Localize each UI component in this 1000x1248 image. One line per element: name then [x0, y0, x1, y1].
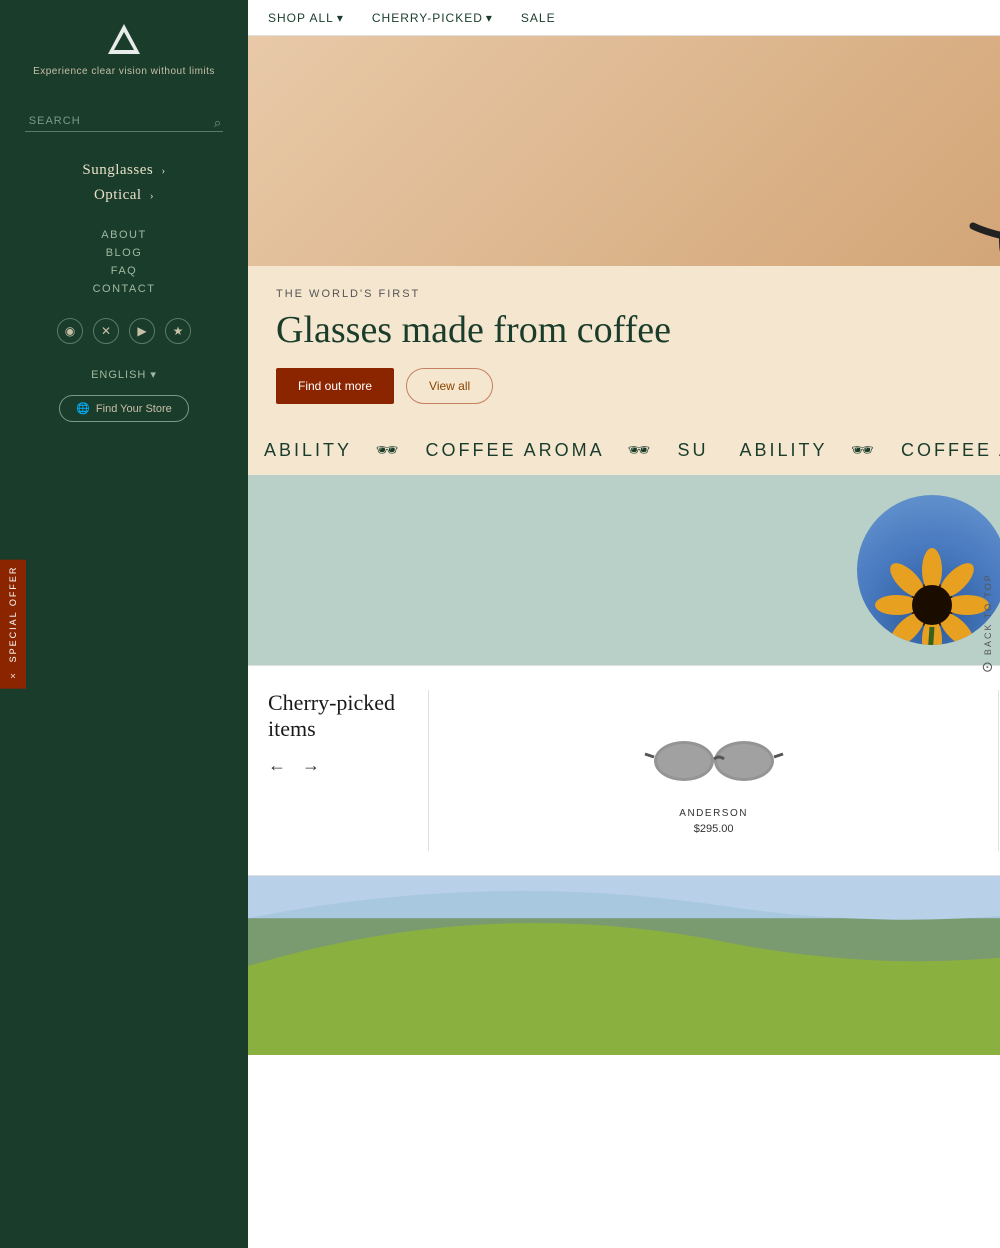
logo-icon	[104, 20, 144, 60]
view-all-button[interactable]: View all	[406, 368, 493, 404]
landscape-image	[248, 876, 1000, 1055]
hero-text-area: THE WORLD'S FIRST Glasses made from coff…	[248, 266, 1000, 426]
sidebar-links-nav: ABOUT BLOG FAQ CONTACT	[0, 226, 248, 298]
sidebar-search-container: ⌕	[25, 111, 223, 132]
marquee-strip: ABILITY 🕶 COFFEE AROMA 🕶 SU ABILITY 🕶 CO…	[248, 426, 1000, 475]
chevron-down-icon: ▾	[337, 11, 344, 25]
product-price-1: $295.00	[694, 823, 734, 835]
chevron-icon: ›	[150, 190, 154, 202]
carousel-arrows: ← →	[268, 755, 408, 776]
close-icon[interactable]: ×	[10, 670, 16, 682]
chevron-down-icon: ▾	[486, 11, 493, 25]
find-store-button[interactable]: 🌐 Find Your Store	[59, 395, 189, 422]
special-offer-label: SPECIAL OFFER	[8, 566, 18, 663]
product-name-1: ANDERSON	[679, 808, 748, 819]
back-to-top-button[interactable]: BACK TO TOP ⊙	[980, 573, 996, 675]
special-offer-tab[interactable]: SPECIAL OFFER ×	[0, 560, 26, 689]
sidebar-item-blog[interactable]: BLOG	[0, 244, 248, 262]
hero-section: THE WORLD'S FIRST Glasses made from coff…	[248, 36, 1000, 426]
sidebar-item-about[interactable]: ABOUT	[0, 226, 248, 244]
arrow-right-button[interactable]: →	[302, 755, 320, 776]
cherry-picked-header: Cherry-picked items ← →	[268, 690, 1000, 851]
cherry-picked-title: Cherry-picked items	[268, 690, 408, 743]
product-sunglasses-1	[644, 729, 784, 794]
find-out-more-button[interactable]: Find out more	[276, 368, 394, 404]
sidebar-item-faq[interactable]: FAQ	[0, 262, 248, 280]
hero-buttons: Find out more View all	[276, 368, 1000, 404]
sale-link[interactable]: SALE	[521, 11, 556, 25]
sidebar: Experience clear vision without limits ⌕…	[0, 0, 248, 1248]
cherry-picked-link[interactable]: CHERRY-PICKED ▾	[372, 11, 493, 25]
top-nav: SHOP ALL ▾ CHERRY-PICKED ▾ SALE AVANTE L…	[248, 0, 1000, 36]
language-selector[interactable]: ENGLISH ▾	[91, 368, 157, 381]
bottom-panel-landscape	[248, 876, 1000, 1055]
sidebar-item-sunglasses[interactable]: Sunglasses ›	[0, 158, 248, 183]
chevron-down-icon: ▾	[150, 368, 157, 381]
youtube-icon[interactable]: ▶	[129, 318, 155, 344]
product-image-anderson	[644, 726, 784, 796]
product-card-anderson: ANDERSON $295.00	[429, 690, 999, 851]
globe-icon: 🌐	[76, 402, 90, 415]
sunflower-circle	[857, 495, 1000, 645]
sidebar-tagline: Experience clear vision without limits	[33, 66, 215, 77]
chevron-icon: ›	[161, 165, 165, 177]
marquee-content: ABILITY 🕶 COFFEE AROMA 🕶 SU ABILITY 🕶 CO…	[248, 440, 1000, 461]
twitter-icon[interactable]: ✕	[93, 318, 119, 344]
star-icon[interactable]: ★	[165, 318, 191, 344]
sidebar-social: ◉ ✕ ▶ ★	[57, 318, 191, 344]
instagram-icon[interactable]: ◉	[57, 318, 83, 344]
cherry-picked-section: Cherry-picked items ← →	[248, 665, 1000, 875]
main-content: SHOP ALL ▾ CHERRY-PICKED ▾ SALE AVANTE L…	[248, 0, 1000, 1248]
search-input[interactable]	[25, 111, 223, 132]
sidebar-logo: Experience clear vision without limits	[33, 20, 215, 77]
products-row: ANDERSON $295.00 SALE	[428, 690, 1000, 851]
arrow-left-button[interactable]: ←	[268, 755, 286, 776]
shop-all-link[interactable]: SHOP ALL ▾	[268, 11, 344, 25]
sidebar-item-contact[interactable]: CONTACT	[0, 280, 248, 298]
hero-headline: Glasses made from coffee	[276, 308, 1000, 352]
cherry-picked-title-area: Cherry-picked items ← →	[268, 690, 408, 776]
search-icon: ⌕	[214, 115, 221, 131]
bottom-panels	[248, 875, 1000, 1055]
sidebar-main-nav: Sunglasses › Optical ›	[0, 158, 248, 208]
hero-eyebrow: THE WORLD'S FIRST	[276, 288, 1000, 300]
sale-banner: SALE	[248, 475, 1000, 665]
sidebar-item-optical[interactable]: Optical ›	[0, 183, 248, 208]
circle-arrow-icon: ⊙	[980, 661, 996, 675]
